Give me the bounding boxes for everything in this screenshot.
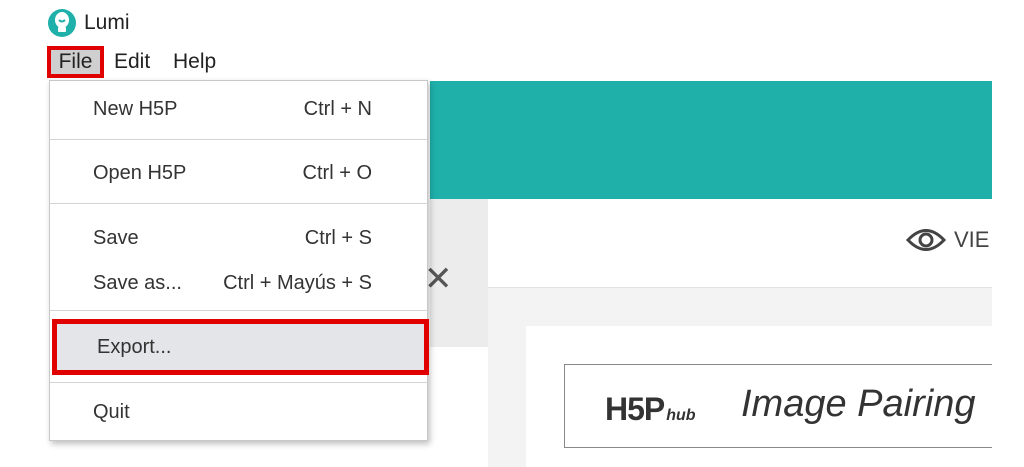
- header-banner: [430, 81, 992, 199]
- title-bar: Lumi: [0, 0, 1024, 44]
- lumi-logo-icon: [48, 9, 76, 37]
- eye-icon: [906, 229, 946, 251]
- menu-item-label: Save: [93, 227, 139, 249]
- menu-item-label: Quit: [93, 401, 130, 423]
- menu-item-label: Open H5P: [93, 162, 187, 184]
- menu-item-save-as[interactable]: Save as... Ctrl + Mayús + S: [50, 264, 427, 304]
- menu-edit[interactable]: Edit: [114, 50, 150, 74]
- menu-item-shortcut: Ctrl + Mayús + S: [223, 272, 372, 294]
- app-title: Lumi: [84, 11, 130, 34]
- menu-file[interactable]: File: [47, 46, 104, 78]
- menu-separator: [50, 310, 427, 311]
- file-menu-dropdown: New H5P Ctrl + N Open H5P Ctrl + O Save …: [49, 80, 429, 441]
- menu-separator: [50, 203, 427, 204]
- menu-item-open-h5p[interactable]: Open H5P Ctrl + O: [50, 154, 427, 194]
- close-icon[interactable]: ✕: [424, 262, 453, 296]
- menu-item-label: Save as...: [93, 272, 182, 294]
- menu-item-shortcut: Ctrl + S: [304, 227, 372, 249]
- menu-help[interactable]: Help: [173, 50, 216, 74]
- menu-item-save[interactable]: Save Ctrl + S: [50, 219, 427, 259]
- view-label: VIE: [954, 227, 990, 252]
- h5p-hub-logo: H5P hub: [605, 391, 696, 428]
- menu-item-quit[interactable]: Quit: [50, 393, 427, 433]
- menu-item-label: New H5P: [93, 98, 178, 120]
- content-type-title: Image Pairing: [741, 383, 976, 425]
- menu-item-label: Export...: [97, 336, 172, 358]
- menu-separator: [50, 139, 427, 140]
- view-button[interactable]: VIE: [906, 227, 989, 253]
- h5p-hub-selector[interactable]: H5P hub Image Pairing: [564, 364, 992, 448]
- menu-separator: [50, 382, 427, 383]
- menu-item-export[interactable]: Export...: [52, 319, 429, 375]
- hub-logo-main: H5P: [605, 391, 665, 427]
- menu-item-new-h5p[interactable]: New H5P Ctrl + N: [50, 90, 427, 130]
- menu-item-shortcut: Ctrl + N: [303, 98, 372, 120]
- hub-logo-sub: hub: [666, 407, 696, 424]
- menu-item-shortcut: Ctrl + O: [302, 162, 372, 184]
- menu-bar: File Edit Help: [0, 44, 1024, 80]
